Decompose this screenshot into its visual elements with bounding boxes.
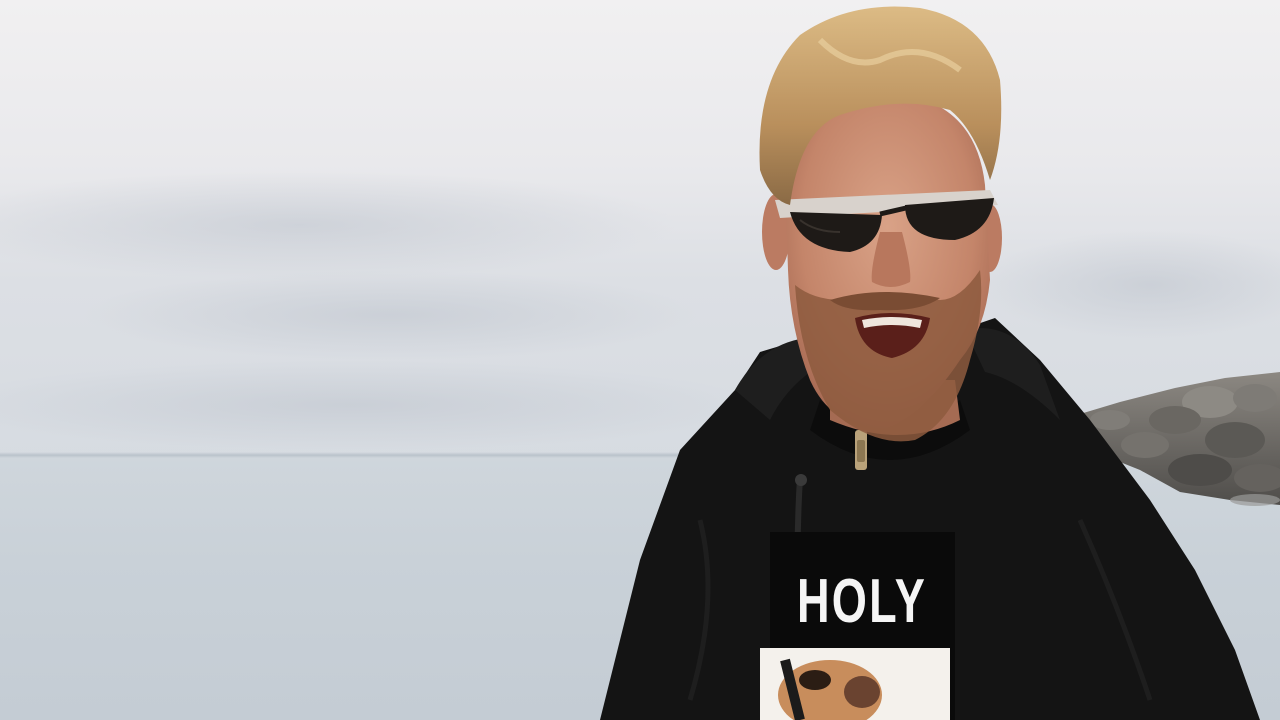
scene-illustration: HOLY xyxy=(600,6,1280,720)
shirt-print: HOLY xyxy=(760,532,955,720)
video-frame: HOLY xyxy=(0,0,1280,720)
shirt-print-text: HOLY xyxy=(797,567,927,636)
